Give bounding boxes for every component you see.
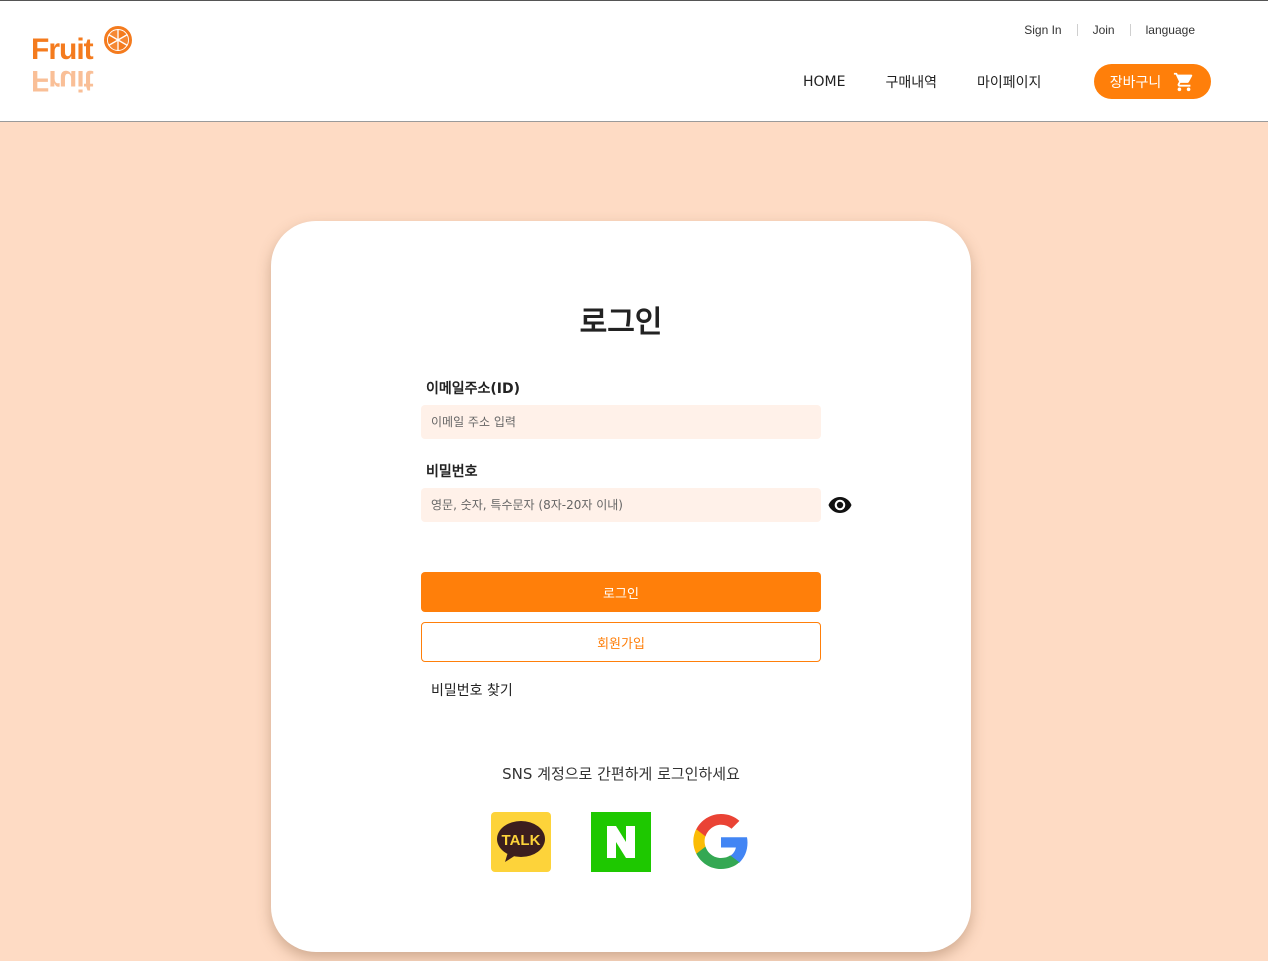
- kakao-login-button[interactable]: TALK: [491, 812, 551, 872]
- google-icon: [693, 814, 748, 869]
- logo-text: Fruit: [31, 33, 94, 66]
- logo-reflection: Fruit: [31, 64, 93, 97]
- naver-icon: [607, 826, 635, 858]
- find-password-link[interactable]: 비밀번호 찾기: [431, 680, 513, 700]
- email-field[interactable]: [421, 405, 821, 439]
- nav-mypage[interactable]: 마이페이지: [977, 72, 1041, 92]
- nav-order-history[interactable]: 구매내역: [885, 72, 937, 92]
- orange-slice-icon: [104, 26, 132, 54]
- login-card: 로그인 이메일주소(ID) 비밀번호 로그인 회원가입 비밀번호 찾기 SNS …: [271, 221, 971, 952]
- logo[interactable]: Fruit Fruit: [28, 23, 138, 99]
- password-field[interactable]: [421, 488, 821, 522]
- google-login-button[interactable]: [691, 812, 751, 872]
- nav-home[interactable]: HOME: [803, 74, 845, 90]
- sign-in-link[interactable]: Sign In: [1009, 23, 1076, 37]
- join-link[interactable]: Join: [1078, 23, 1130, 37]
- email-label: 이메일주소(ID): [426, 381, 521, 397]
- eye-icon[interactable]: [828, 496, 852, 514]
- cart-label: 장바구니: [1109, 74, 1162, 91]
- cart-icon: [1174, 72, 1193, 91]
- utility-nav: Sign In Join language: [1009, 23, 1208, 37]
- cart-button[interactable]: 장바구니: [1094, 64, 1211, 99]
- site-header: Fruit Fruit Sign In Join language HOME 구…: [0, 0, 1268, 122]
- password-label: 비밀번호: [426, 464, 478, 480]
- naver-login-button[interactable]: [591, 812, 651, 872]
- main-nav: HOME 구매내역 마이페이지: [803, 72, 1081, 92]
- page-title: 로그인: [579, 305, 663, 340]
- sns-login-text: SNS 계정으로 간편하게 로그인하세요: [502, 765, 740, 783]
- kakao-talk-icon: TALK: [497, 821, 545, 862]
- language-link[interactable]: language: [1131, 23, 1208, 37]
- kakao-label: TALK: [502, 832, 541, 849]
- join-button[interactable]: 회원가입: [421, 622, 821, 662]
- login-button[interactable]: 로그인: [421, 572, 821, 612]
